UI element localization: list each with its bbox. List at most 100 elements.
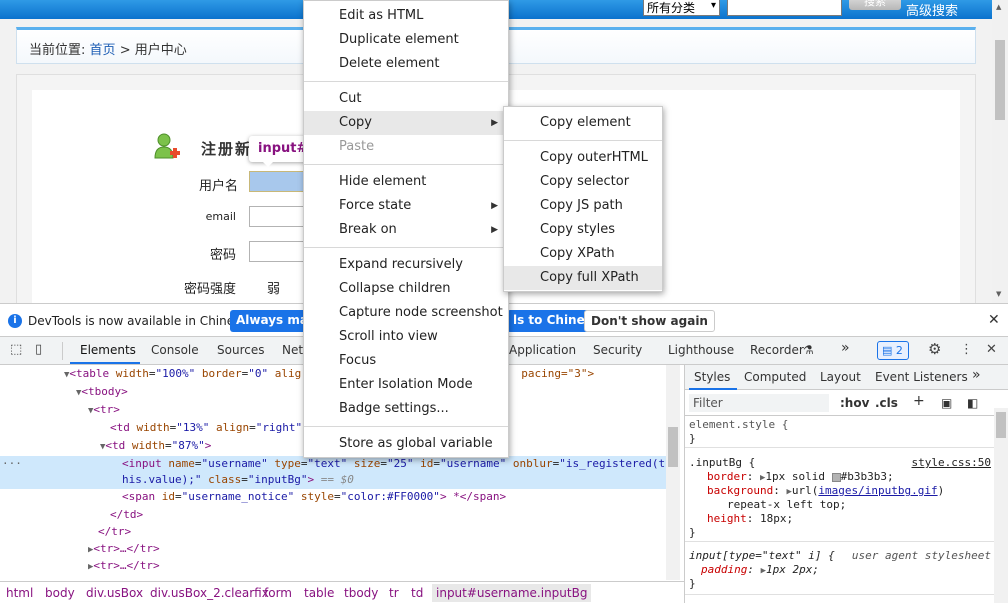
more-options-icon[interactable]: ··· bbox=[2, 456, 22, 472]
dom-path-item[interactable]: form bbox=[264, 586, 292, 600]
inputbg-rule[interactable]: .inputBg { style.css:50 border: ▶1px sol… bbox=[685, 456, 995, 542]
menu-item-capture-node-screenshot[interactable]: Capture node screenshot bbox=[304, 301, 508, 325]
element-style-rule[interactable]: element.style { } bbox=[685, 418, 995, 448]
site-search-button[interactable]: 搜索 bbox=[849, 0, 901, 10]
submenu-item-copy-element[interactable]: Copy element bbox=[504, 111, 662, 135]
device-toolbar-icon[interactable]: ▯ bbox=[35, 342, 42, 357]
dom-node-input-selected[interactable]: ··· <input name="username" type="text" s… bbox=[0, 456, 666, 489]
paint-icon[interactable]: ▣ bbox=[941, 396, 952, 410]
menu-item-expand-recursively[interactable]: Expand recursively bbox=[304, 253, 508, 277]
advanced-search-link[interactable]: 高级搜索 bbox=[906, 0, 958, 19]
menu-item-enter-isolation-mode[interactable]: Enter Isolation Mode bbox=[304, 373, 508, 397]
gear-icon[interactable]: ⚙ bbox=[928, 340, 941, 358]
menu-item-edit-as-html[interactable]: Edit as HTML bbox=[304, 4, 508, 28]
inspect-element-icon[interactable]: ⬚ bbox=[10, 342, 22, 357]
page-scrollbar-thumb[interactable] bbox=[995, 40, 1005, 120]
issues-badge[interactable]: ▤ 2 bbox=[877, 341, 909, 360]
dom-node-span[interactable]: <span id="username_notice" style="color:… bbox=[0, 489, 666, 505]
menu-item-force-state[interactable]: Force state ▶ bbox=[304, 194, 508, 218]
dom-path-item-current[interactable]: input#username.inputBg bbox=[432, 584, 592, 602]
menu-item-scroll-into-view[interactable]: Scroll into view bbox=[304, 325, 508, 349]
tab-recorder[interactable]: Recorder bbox=[750, 343, 804, 357]
site-search-input[interactable] bbox=[727, 0, 842, 16]
dom-path-item[interactable]: body bbox=[45, 586, 75, 600]
menu-item-break-on[interactable]: Break on ▶ bbox=[304, 218, 508, 242]
dom-path-item[interactable]: tr bbox=[389, 586, 399, 600]
stylesheet-link[interactable]: style.css:50 bbox=[912, 456, 991, 469]
submenu-item-copy-xpath[interactable]: Copy XPath bbox=[504, 242, 662, 266]
new-rule-icon[interactable]: + bbox=[913, 393, 925, 409]
menu-item-cut[interactable]: Cut bbox=[304, 87, 508, 111]
breadcrumb-home-link[interactable]: 首页 bbox=[90, 43, 116, 58]
scroll-down-icon[interactable]: ▼ bbox=[996, 290, 1001, 298]
add-user-icon bbox=[154, 133, 180, 159]
dom-path-item[interactable]: div.usBox bbox=[86, 586, 143, 600]
dom-node-tr-collapsed[interactable]: ▶<tr>…</tr> bbox=[0, 541, 666, 557]
submenu-item-copy-styles[interactable]: Copy styles bbox=[504, 218, 662, 242]
dom-node-tr-collapsed[interactable]: ▶<tr>…</tr> bbox=[0, 558, 666, 574]
css-declaration-background[interactable]: background: ▶url(images/inputbg.gif) bbox=[685, 484, 995, 498]
submenu-item-copy-js-path[interactable]: Copy JS path bbox=[504, 194, 662, 218]
dom-node-tr-close[interactable]: </tr> bbox=[0, 524, 666, 540]
toggle-sidebar-icon[interactable]: ◧ bbox=[967, 396, 978, 410]
elements-scrollbar-thumb[interactable] bbox=[668, 427, 678, 467]
dom-path-item[interactable]: td bbox=[411, 586, 423, 600]
submenu-item-copy-full-xpath[interactable]: Copy full XPath bbox=[504, 266, 662, 290]
dom-path-item[interactable]: div.usBox_2.clearfix bbox=[150, 586, 269, 600]
tab-event-listeners[interactable]: Event Listeners bbox=[875, 370, 968, 384]
element-style-selector: element.style { bbox=[689, 418, 789, 431]
category-select[interactable]: 所有分类 ▾ bbox=[643, 0, 720, 16]
menu-item-duplicate-element[interactable]: Duplicate element bbox=[304, 28, 508, 52]
image-url-link[interactable]: images/inputbg.gif bbox=[818, 484, 937, 497]
class-toggle[interactable]: .cls bbox=[875, 396, 898, 410]
menu-item-store-as-global-variable[interactable]: Store as global variable bbox=[304, 432, 508, 456]
password-input[interactable] bbox=[249, 241, 309, 262]
email-input[interactable] bbox=[249, 206, 309, 227]
menu-item-focus[interactable]: Focus bbox=[304, 349, 508, 373]
menu-item-collapse-children[interactable]: Collapse children bbox=[304, 277, 508, 301]
tab-computed[interactable]: Computed bbox=[744, 370, 806, 384]
context-menu: Edit as HTML Duplicate element Delete el… bbox=[303, 0, 509, 458]
styles-scrollbar-thumb[interactable] bbox=[996, 412, 1006, 438]
tab-lighthouse[interactable]: Lighthouse bbox=[668, 343, 734, 357]
styles-filter-input[interactable]: Filter bbox=[689, 394, 829, 412]
tooltip-arrow bbox=[262, 161, 274, 167]
tab-styles[interactable]: Styles bbox=[694, 370, 730, 384]
elements-scrollbar[interactable] bbox=[666, 365, 680, 580]
menu-item-badge-settings[interactable]: Badge settings... bbox=[304, 397, 508, 421]
menu-item-hide-element[interactable]: Hide element bbox=[304, 170, 508, 194]
tab-console[interactable]: Console bbox=[151, 343, 199, 357]
dont-show-again-button[interactable]: Don't show again bbox=[584, 310, 715, 332]
more-tabs-icon[interactable]: » bbox=[972, 367, 981, 383]
close-devtools-icon[interactable]: ✕ bbox=[986, 342, 997, 357]
color-swatch[interactable] bbox=[831, 472, 841, 482]
submenu-item-copy-outerhtml[interactable]: Copy outerHTML bbox=[504, 146, 662, 170]
more-tabs-icon[interactable]: » bbox=[841, 340, 850, 356]
tab-elements[interactable]: Elements bbox=[80, 343, 136, 357]
tab-application[interactable]: Application bbox=[509, 343, 576, 357]
tab-layout[interactable]: Layout bbox=[820, 370, 861, 384]
dom-path-item[interactable]: html bbox=[6, 586, 33, 600]
css-declaration-height[interactable]: height: 18px; bbox=[685, 512, 995, 526]
info-icon: i bbox=[8, 314, 22, 328]
css-declaration-padding[interactable]: padding: ▶1px 2px; bbox=[685, 563, 995, 577]
tab-sources[interactable]: Sources bbox=[217, 343, 264, 357]
scroll-up-icon[interactable]: ▲ bbox=[996, 3, 1001, 11]
close-icon[interactable]: ✕ bbox=[988, 312, 1000, 328]
tab-network[interactable]: Net bbox=[282, 343, 303, 357]
dom-path-item[interactable]: table bbox=[304, 586, 334, 600]
hover-state-toggle[interactable]: :hov bbox=[840, 396, 869, 410]
dom-node-td-close[interactable]: </td> bbox=[0, 507, 666, 523]
submenu-item-copy-selector[interactable]: Copy selector bbox=[504, 170, 662, 194]
page-scrollbar[interactable]: ▲ ▼ bbox=[992, 0, 1008, 303]
user-agent-rule[interactable]: input[type="text" i] { user agent styles… bbox=[685, 549, 995, 595]
active-tab-indicator bbox=[70, 362, 140, 364]
kebab-menu-icon[interactable]: ⋮ bbox=[960, 342, 973, 357]
dom-path-item[interactable]: tbody bbox=[344, 586, 378, 600]
tab-security[interactable]: Security bbox=[593, 343, 642, 357]
menu-item-copy[interactable]: Copy ▶ bbox=[304, 111, 508, 135]
username-input[interactable] bbox=[249, 171, 309, 192]
styles-scrollbar[interactable] bbox=[994, 408, 1008, 603]
menu-item-delete-element[interactable]: Delete element bbox=[304, 52, 508, 76]
css-declaration-border[interactable]: border: ▶1px solid #b3b3b3; bbox=[685, 470, 995, 484]
